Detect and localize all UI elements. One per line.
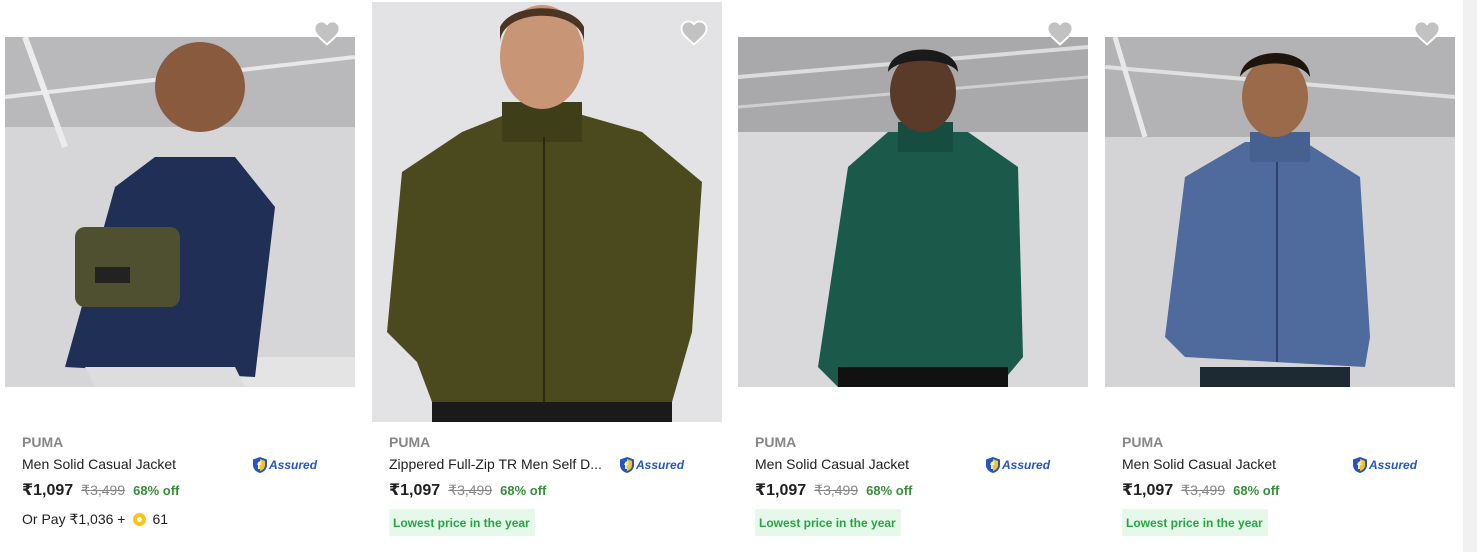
product-title[interactable]: Zippered Full-Zip TR Men Self D... <box>389 454 617 474</box>
product-title[interactable]: Men Solid Casual Jacket <box>1122 454 1350 474</box>
svg-text:f: f <box>624 461 629 472</box>
product-info: PUMA Men Solid Casual Jacket f Assured ₹… <box>755 434 1055 536</box>
assured-label: Assured <box>269 458 318 472</box>
product-image[interactable] <box>1105 37 1455 387</box>
product-image[interactable] <box>372 2 722 422</box>
assured-badge: f Assured <box>619 456 684 474</box>
brand-name: PUMA <box>755 434 797 450</box>
assured-label: Assured <box>1369 458 1418 472</box>
page-scrollbar[interactable] <box>1463 0 1477 552</box>
svg-text:f: f <box>1357 461 1362 472</box>
product-card[interactable]: PUMA Men Solid Casual Jacket f Assured ₹… <box>1100 0 1466 552</box>
shield-icon: f <box>253 457 267 473</box>
product-info: PUMA Men Solid Casual Jacket f Assured ₹… <box>22 434 322 528</box>
product-card[interactable]: PUMA Men Solid Casual Jacket f Assured ₹… <box>0 0 366 552</box>
product-info: PUMA Zippered Full-Zip TR Men Self D... … <box>389 434 689 536</box>
product-grid: PUMA Men Solid Casual Jacket f Assured ₹… <box>0 0 1462 552</box>
brand-name: PUMA <box>22 434 64 450</box>
selling-price: ₹1,097 <box>22 482 74 499</box>
brand-name: PUMA <box>1122 434 1164 450</box>
wishlist-heart-icon[interactable] <box>1412 18 1442 46</box>
selling-price: ₹1,097 <box>389 482 441 499</box>
wishlist-heart-icon[interactable] <box>679 18 709 46</box>
discount-percent: 68% off <box>1233 483 1280 498</box>
discount-percent: 68% off <box>500 483 547 498</box>
svg-text:f: f <box>257 461 262 472</box>
assured-badge: f Assured <box>985 456 1050 474</box>
original-price: ₹3,499 <box>448 482 493 498</box>
selling-price: ₹1,097 <box>755 482 807 499</box>
pay-with-coins-text: Or Pay ₹1,036 + <box>22 510 126 527</box>
assured-label: Assured <box>1002 458 1051 472</box>
wishlist-heart-icon[interactable] <box>1045 18 1075 46</box>
original-price: ₹3,499 <box>1181 482 1226 498</box>
assured-badge: f Assured <box>252 456 317 474</box>
product-card[interactable]: PUMA Men Solid Casual Jacket f Assured ₹… <box>733 0 1099 552</box>
product-image[interactable] <box>5 37 355 387</box>
supercoin-offer: Or Pay ₹1,036 + 61 <box>22 510 322 528</box>
shield-icon: f <box>1353 457 1367 473</box>
discount-percent: 68% off <box>866 483 913 498</box>
selling-price: ₹1,097 <box>1122 482 1174 499</box>
discount-percent: 68% off <box>133 483 180 498</box>
brand-name: PUMA <box>389 434 431 450</box>
product-title[interactable]: Men Solid Casual Jacket <box>755 454 983 474</box>
product-title[interactable]: Men Solid Casual Jacket <box>22 454 250 474</box>
assured-badge: f Assured <box>1352 456 1417 474</box>
lowest-price-badge: Lowest price in the year <box>1122 509 1268 536</box>
original-price: ₹3,499 <box>814 482 859 498</box>
svg-text:f: f <box>990 461 995 472</box>
wishlist-heart-icon[interactable] <box>312 18 342 46</box>
assured-label: Assured <box>636 458 685 472</box>
original-price: ₹3,499 <box>81 482 126 498</box>
supercoin-icon <box>133 512 147 526</box>
coin-count: 61 <box>152 511 169 527</box>
shield-icon: f <box>986 457 1000 473</box>
lowest-price-badge: Lowest price in the year <box>389 509 535 536</box>
lowest-price-badge: Lowest price in the year <box>755 509 901 536</box>
product-card[interactable]: PUMA Zippered Full-Zip TR Men Self D... … <box>367 0 733 552</box>
product-image[interactable] <box>738 37 1088 387</box>
product-info: PUMA Men Solid Casual Jacket f Assured ₹… <box>1122 434 1422 536</box>
shield-icon: f <box>620 457 634 473</box>
